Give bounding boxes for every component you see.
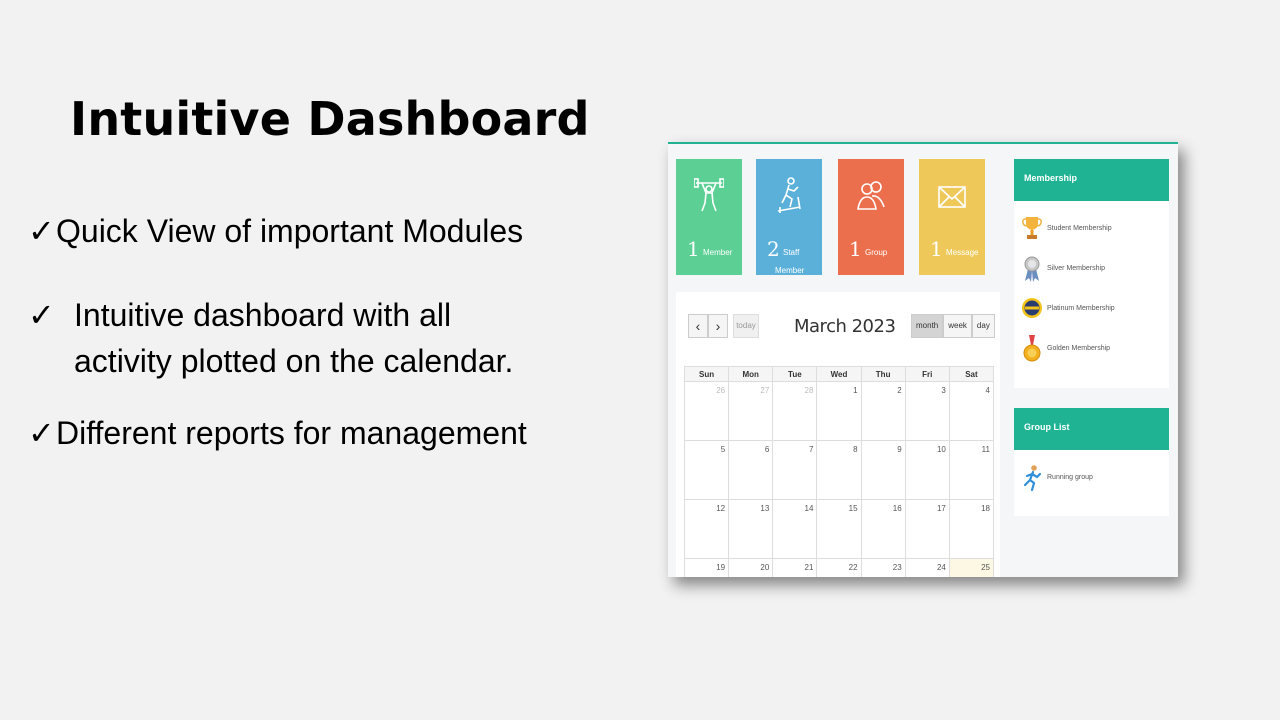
staff-member-tile[interactable]: 2 Staff Member: [756, 159, 822, 275]
day-cell[interactable]: 2: [861, 382, 906, 441]
group-label: Running group: [1047, 474, 1093, 481]
day-cell[interactable]: 17: [905, 500, 950, 559]
membership-item[interactable]: Silver Membership: [1014, 249, 1169, 289]
day-header: Tue: [773, 367, 818, 381]
day-cell[interactable]: 7: [773, 441, 818, 500]
member-label: Member: [703, 248, 733, 257]
day-header: Thu: [862, 367, 906, 381]
day-cell[interactable]: 26: [685, 382, 730, 441]
staff-label: Staff Member: [775, 248, 805, 275]
month-view-button[interactable]: month: [911, 314, 944, 338]
group-list-header: Group List: [1014, 408, 1169, 450]
day-header: Sat: [965, 370, 978, 379]
check-icon: ✓: [28, 297, 55, 333]
week-row: 19 20 21 22 23 24 25: [684, 559, 994, 577]
bullet-text: Intuitive dashboard with all: [74, 297, 452, 333]
bullet-quick-view: ✓Quick View of important Modules: [28, 208, 523, 254]
trophy-icon: [1022, 217, 1042, 239]
day-cell[interactable]: 6: [729, 441, 774, 500]
day-cell[interactable]: 9: [861, 441, 906, 500]
day-header: Wed: [817, 367, 862, 381]
week-row: 12 13 14 15 16 17 18: [684, 500, 994, 559]
calendar-nav: ‹ ›: [688, 314, 728, 338]
bullet-intuitive-dashboard: ✓ Intuitive dashboard with all activity p…: [28, 292, 513, 384]
day-cell[interactable]: 27: [729, 382, 774, 441]
bullet-text-continued: activity plotted on the calendar.: [74, 343, 514, 379]
day-header-row: Sun Mon Tue Wed Thu Fri Sat: [684, 366, 994, 382]
treadmill-icon: [777, 177, 801, 213]
users-icon: [857, 181, 885, 210]
member-tile[interactable]: 1 Member: [676, 159, 742, 275]
group-label: Group: [865, 248, 888, 257]
ribbon-icon: [1024, 256, 1040, 282]
day-cell[interactable]: 4: [949, 382, 994, 441]
membership-label: Platinum Membership: [1047, 305, 1115, 312]
message-tile[interactable]: 1 Message: [919, 159, 985, 275]
next-month-button[interactable]: ›: [708, 314, 728, 338]
membership-panel: Membership Student Membership Silver Mem…: [1014, 159, 1169, 388]
group-list-panel: Group List Running group: [1014, 408, 1169, 516]
day-cell-today[interactable]: 25: [949, 559, 994, 577]
member-count: 1: [687, 237, 700, 261]
today-button[interactable]: today: [733, 314, 759, 338]
group-item[interactable]: Running group: [1014, 458, 1169, 498]
envelope-icon: [938, 186, 966, 208]
staff-count: 2: [767, 237, 780, 261]
day-cell[interactable]: 19: [685, 559, 730, 577]
membership-item[interactable]: Golden Membership: [1014, 329, 1169, 369]
day-cell[interactable]: 21: [773, 559, 818, 577]
day-cell[interactable]: 3: [905, 382, 950, 441]
check-icon: ✓: [28, 213, 55, 249]
bullet-text: Quick View of important Modules: [56, 213, 524, 249]
day-cell[interactable]: 24: [906, 559, 950, 577]
membership-header: Membership: [1014, 159, 1169, 201]
check-icon: ✓: [28, 415, 55, 451]
day-cell[interactable]: 13: [729, 500, 774, 559]
membership-label: Golden Membership: [1047, 345, 1111, 352]
membership-label: Student Membership: [1047, 225, 1112, 232]
week-view-button[interactable]: week: [943, 314, 972, 338]
day-cell[interactable]: 28: [773, 382, 818, 441]
day-cell[interactable]: 15: [817, 500, 862, 559]
day-header: Mon: [729, 367, 774, 381]
day-cell[interactable]: 18: [949, 500, 994, 559]
bullet-text: Different reports for management: [56, 415, 527, 451]
platinum-badge-icon: [1022, 298, 1042, 318]
membership-label: Silver Membership: [1047, 265, 1105, 272]
day-cell[interactable]: 12: [685, 500, 730, 559]
view-switcher: month week day: [911, 314, 995, 338]
weightlifter-icon: [694, 178, 724, 212]
day-header: Sun: [685, 367, 730, 381]
calendar-grid: Sun Mon Tue Wed Thu Fri Sat 26 27 28 1 2…: [684, 366, 994, 577]
runner-icon: [1023, 465, 1042, 492]
day-cell[interactable]: 22: [817, 559, 862, 577]
day-header: Fri: [906, 367, 950, 381]
day-cell[interactable]: 16: [861, 500, 906, 559]
day-cell[interactable]: 1: [817, 382, 862, 441]
page-title: Intuitive Dashboard: [70, 92, 590, 146]
day-cell[interactable]: 14: [773, 500, 818, 559]
membership-item[interactable]: Platinum Membership: [1014, 289, 1169, 329]
message-label: Message: [946, 248, 979, 257]
bullet-reports: ✓Different reports for management: [28, 410, 527, 456]
membership-item[interactable]: Student Membership: [1014, 209, 1169, 249]
day-cell[interactable]: 20: [729, 559, 774, 577]
day-cell[interactable]: 10: [905, 441, 950, 500]
gold-medal-icon: [1023, 335, 1041, 362]
day-cell[interactable]: 11: [949, 441, 994, 500]
week-row: 26 27 28 1 2 3 4: [684, 382, 994, 441]
calendar-title: March 2023: [794, 316, 896, 337]
calendar: ‹ › today March 2023 month week day Sun …: [676, 292, 1000, 577]
prev-month-button[interactable]: ‹: [688, 314, 708, 338]
group-count: 1: [849, 237, 862, 261]
dashboard-screenshot: 1 Member 2 Staff Member 1 Group 1 Message…: [668, 142, 1178, 577]
day-view-button[interactable]: day: [971, 314, 995, 338]
group-tile[interactable]: 1 Group: [838, 159, 904, 275]
day-cell[interactable]: 23: [862, 559, 906, 577]
message-count: 1: [930, 237, 943, 261]
week-row: 5 6 7 8 9 10 11: [684, 441, 994, 500]
day-cell[interactable]: 5: [685, 441, 730, 500]
day-cell[interactable]: 8: [817, 441, 862, 500]
